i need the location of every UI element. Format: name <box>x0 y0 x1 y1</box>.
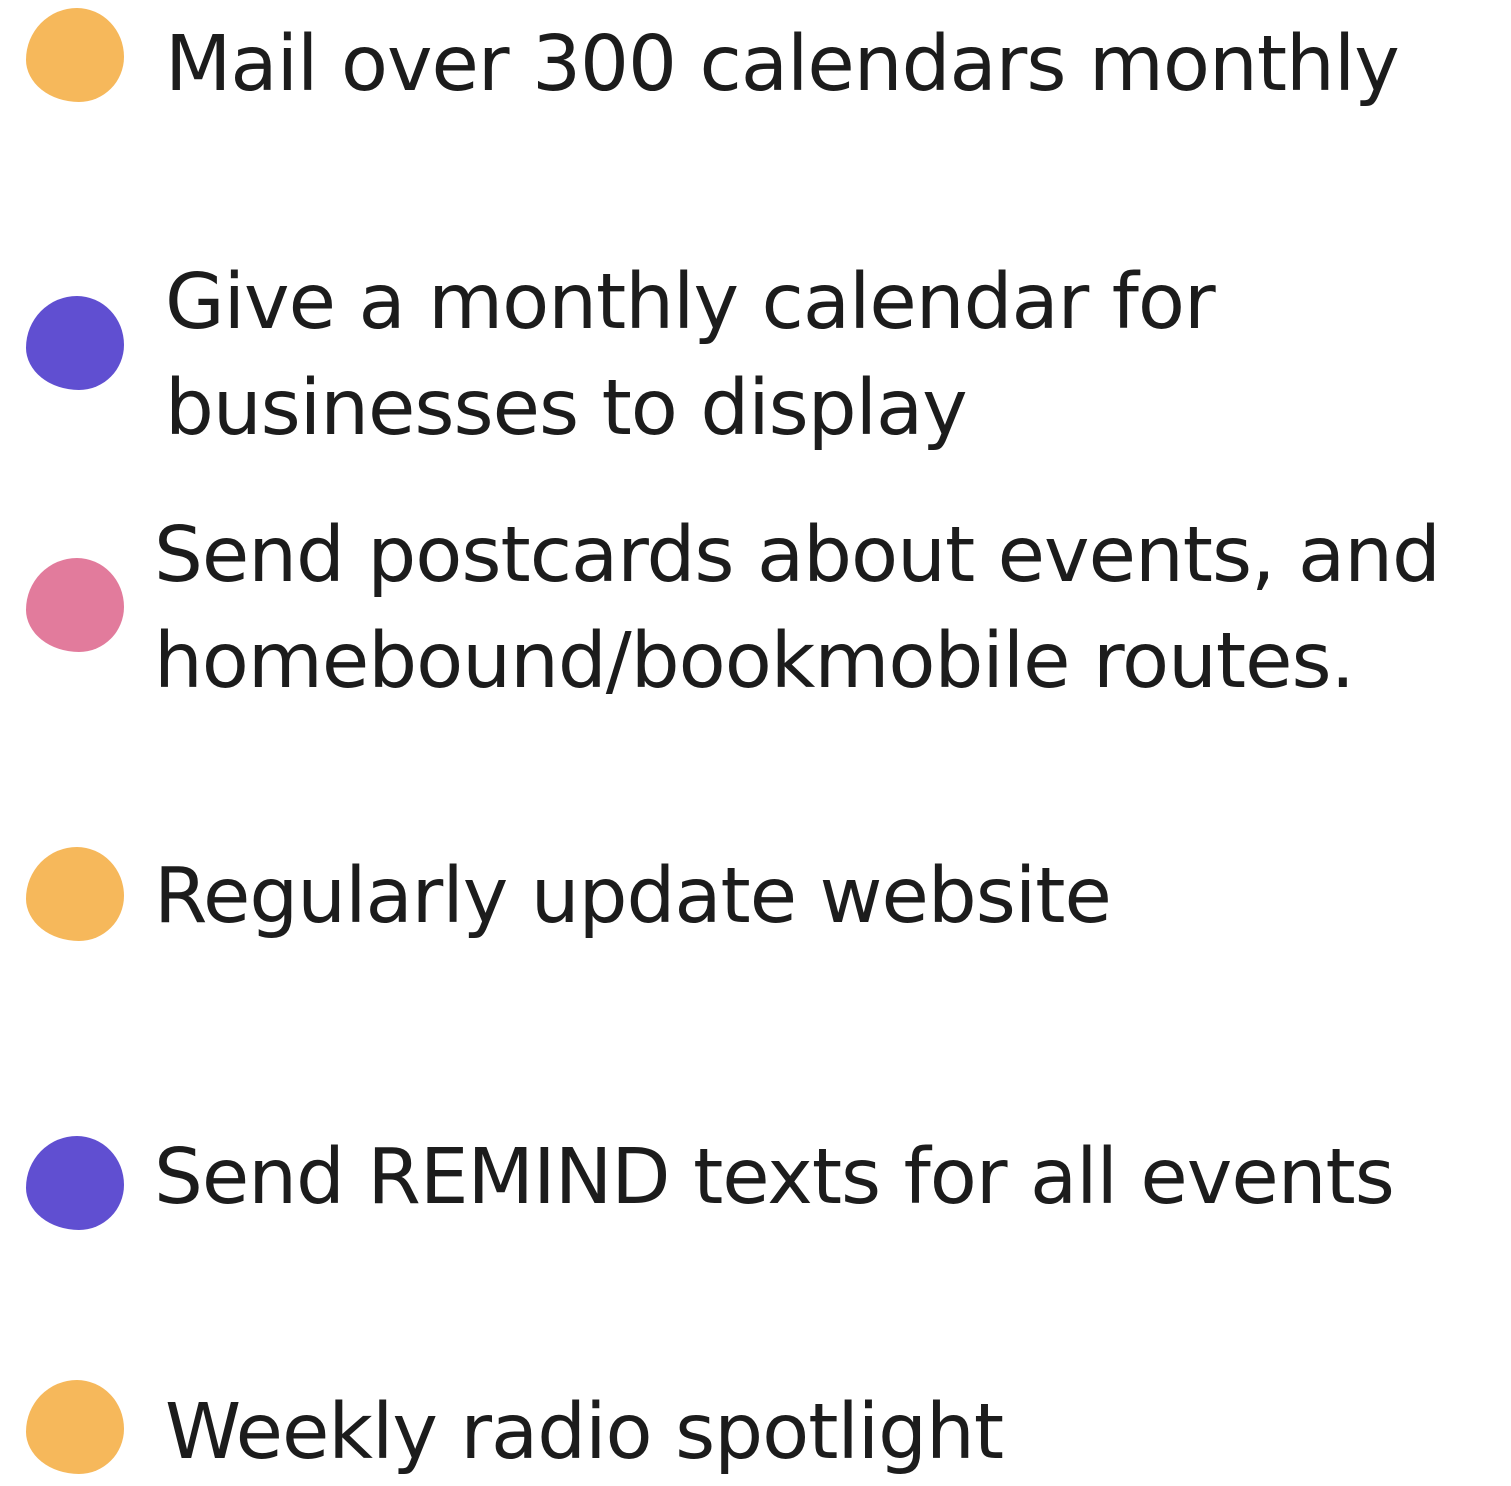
bullet-dot-icon <box>26 558 124 652</box>
bullet-dot-icon <box>26 1380 124 1474</box>
list-item-text: Regularly update website <box>154 852 1112 941</box>
bullet-dot-icon <box>26 1136 124 1230</box>
list-item-text: Send REMIND texts for all events <box>154 1133 1395 1222</box>
bullet-dot-icon <box>26 847 124 941</box>
bullet-dot-icon <box>26 8 124 102</box>
list-item-text: Give a monthly calendar for businesses t… <box>165 258 1216 453</box>
list-item-text: Mail over 300 calendars monthly <box>165 20 1400 109</box>
list-item-text: Weekly radio spotlight <box>165 1388 1004 1477</box>
bullet-dot-icon <box>26 296 124 390</box>
list-item-text: Send postcards about events, and homebou… <box>154 511 1441 706</box>
